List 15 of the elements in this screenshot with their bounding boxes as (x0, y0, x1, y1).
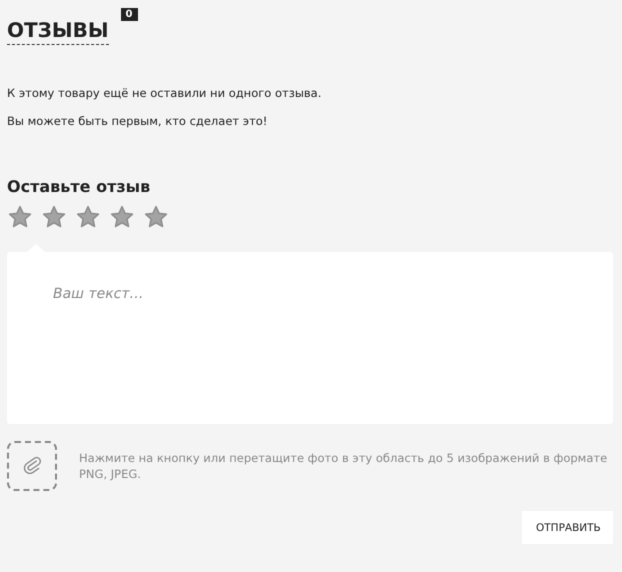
attach-button[interactable] (7, 441, 57, 491)
star-icon[interactable] (7, 204, 33, 230)
star-icon[interactable] (75, 204, 101, 230)
paperclip-icon (21, 455, 43, 477)
section-title[interactable]: ОТЗЫВЫ (7, 18, 109, 45)
review-field[interactable]: Ваш текст… (7, 252, 613, 424)
form-heading: Оставьте отзыв (7, 177, 152, 196)
submit-button[interactable]: ОТПРАВИТЬ (522, 511, 613, 544)
empty-message: Вы можете быть первым, кто сделает это! (7, 113, 268, 130)
star-icon[interactable] (143, 204, 169, 230)
upload-hint: Нажмите на кнопку или перетащите фото в эту область до 5 изображений в формате PNG, JPEG. (79, 450, 608, 482)
empty-message: К этому товару ещё не оставили ни одного отзыва. (7, 85, 322, 102)
star-icon[interactable] (41, 204, 67, 230)
review-count-badge: 0 (120, 8, 138, 21)
star-icon[interactable] (109, 204, 135, 230)
